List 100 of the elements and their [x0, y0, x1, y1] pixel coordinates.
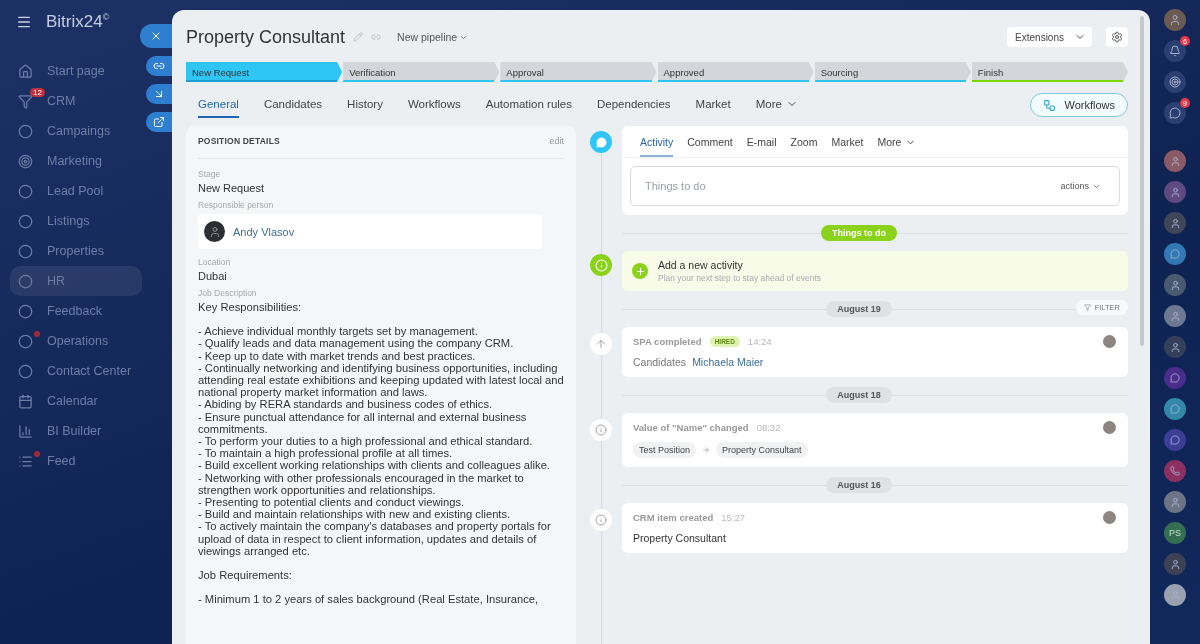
phone-icon	[1170, 466, 1180, 476]
tab[interactable]: Dependencies	[597, 92, 671, 118]
link-button[interactable]	[146, 56, 172, 76]
description-line: - To maintain a high professional profile at all times.	[198, 447, 454, 460]
sidebar-item[interactable]: Lead Pool	[10, 176, 142, 206]
link-icon	[153, 60, 165, 72]
minimize-button[interactable]	[146, 84, 172, 104]
user-avatar[interactable]	[1164, 9, 1186, 31]
event-time: 15:27	[721, 512, 746, 523]
settings-button[interactable]	[1106, 27, 1128, 47]
workflows-button[interactable]: Workflows	[1030, 93, 1128, 117]
pipeline-selector[interactable]: New pipeline	[397, 31, 469, 43]
stage-step[interactable]: New Request	[186, 62, 343, 82]
tab[interactable]: Automation rules	[485, 92, 572, 118]
description-line: - To actively maintain the company's databases and property portals for upload of data in respect to client information, updates and details of viewings arranged etc.	[198, 520, 552, 558]
initials-avatar[interactable]: PS	[1164, 522, 1186, 544]
event-title: CRM item created	[633, 512, 714, 523]
event-time: 14:24	[747, 336, 772, 347]
event-title: Value of "Name" changed	[633, 422, 749, 433]
close-button[interactable]	[140, 24, 172, 48]
chat-avatar[interactable]	[1164, 460, 1186, 482]
tab[interactable]: More	[755, 92, 798, 118]
contact-avatar[interactable]	[1164, 274, 1186, 296]
contact-avatar[interactable]	[1164, 181, 1186, 203]
stage-step[interactable]: Finish	[971, 62, 1129, 82]
brand-name: Bitrix24$^{©}$	[46, 12, 110, 32]
extensions-dropdown[interactable]: Extensions	[1007, 27, 1092, 47]
chat-avatar[interactable]	[1164, 398, 1186, 420]
date-label: August 19	[826, 301, 892, 317]
stage-step[interactable]: Approval	[500, 62, 657, 82]
actions-dropdown[interactable]: actions	[1054, 180, 1107, 192]
activity-tab[interactable]: Market	[831, 126, 864, 157]
card-title: POSITION DETAILS	[198, 136, 280, 146]
chat-icon	[1170, 249, 1180, 259]
circle-icon	[18, 303, 33, 319]
target-button[interactable]	[1164, 71, 1186, 93]
person-icon	[1169, 186, 1181, 198]
tab[interactable]: History	[347, 92, 383, 118]
circle-icon	[18, 243, 33, 259]
contact-avatar[interactable]	[1164, 212, 1186, 234]
contact-avatar[interactable]	[1164, 553, 1186, 575]
activity-tab[interactable]: Zoom	[790, 126, 818, 157]
open-window-button[interactable]	[146, 112, 172, 132]
target-icon	[18, 153, 33, 169]
description-line: - Qualify leads and data management using the company CRM.	[198, 337, 515, 350]
speech-bubble-icon	[595, 136, 607, 148]
sidebar-item[interactable]: Listings	[10, 206, 142, 236]
stage-step[interactable]: Verification	[343, 62, 500, 82]
sidebar-item[interactable]: Feedback	[10, 296, 142, 326]
activity-tab[interactable]: Comment	[687, 126, 733, 157]
sidebar-item[interactable]: BI Builder	[10, 416, 142, 446]
contact-avatar[interactable]	[1164, 491, 1186, 513]
chat-icon	[1170, 435, 1180, 445]
event-text: Property Consultant	[633, 532, 726, 544]
todo-field[interactable]: Things to do actions	[630, 166, 1120, 206]
old-value: Test Position	[633, 442, 697, 458]
person-link[interactable]: Andy Vlasov	[233, 225, 295, 238]
tab[interactable]: Candidates	[263, 92, 323, 118]
bar-chart-icon	[18, 423, 33, 439]
arrow-up-glyph-icon	[595, 338, 607, 350]
funnel-icon	[18, 93, 33, 109]
sidebar-item[interactable]: Calendar	[10, 386, 142, 416]
sidebar-item[interactable]: Feed	[10, 446, 142, 476]
person-icon	[1169, 279, 1181, 291]
contact-avatar[interactable]	[1164, 336, 1186, 358]
chat-avatar[interactable]	[1164, 367, 1186, 389]
chat-icon	[1170, 404, 1180, 414]
add-activity-card[interactable]: Add a new activity Plan your next step to stay ahead of events	[622, 251, 1128, 291]
tab[interactable]: Workflows	[407, 92, 461, 118]
chat-avatar[interactable]	[1164, 429, 1186, 451]
chat-avatar[interactable]	[1164, 243, 1186, 265]
scrollbar[interactable]	[1140, 16, 1144, 346]
stage-step[interactable]: Approved	[657, 62, 814, 82]
circle-icon	[18, 183, 33, 199]
sidebar-item[interactable]: Contact Center	[10, 356, 142, 386]
candidate-link[interactable]: Michaela Maier	[692, 356, 764, 368]
sidebar-item[interactable]: 12 CRM	[10, 86, 142, 116]
settings-icon	[1111, 31, 1123, 43]
person-icon	[1169, 310, 1181, 322]
info-glyph-icon	[595, 424, 607, 436]
activity-tab[interactable]: More	[877, 126, 917, 157]
new-value: Property Consultant	[716, 442, 808, 458]
menu-icon[interactable]	[16, 14, 32, 30]
person-field[interactable]: Andy Vlasov	[198, 214, 542, 249]
contact-avatar[interactable]	[1164, 305, 1186, 327]
tab[interactable]: General	[198, 92, 239, 118]
activity-tab[interactable]: E-mail	[746, 126, 777, 157]
sidebar-item[interactable]: Properties	[10, 236, 142, 266]
activity-tab[interactable]: Activity	[640, 126, 674, 157]
page-title: Property Consultant	[186, 26, 346, 48]
contact-avatar[interactable]	[1164, 150, 1186, 172]
stage-step[interactable]: Sourcing	[814, 62, 971, 82]
circle-icon	[18, 213, 33, 229]
contact-avatar[interactable]	[1164, 584, 1186, 606]
count-badge: 12	[30, 88, 45, 97]
field-label: Job Description	[198, 288, 258, 298]
description-line: - Keep up to date with market trends and best practices.	[198, 349, 477, 362]
open-window-icon	[153, 116, 165, 128]
tab[interactable]: Market	[695, 92, 731, 118]
sidebar-item[interactable]: Operations	[10, 326, 142, 356]
